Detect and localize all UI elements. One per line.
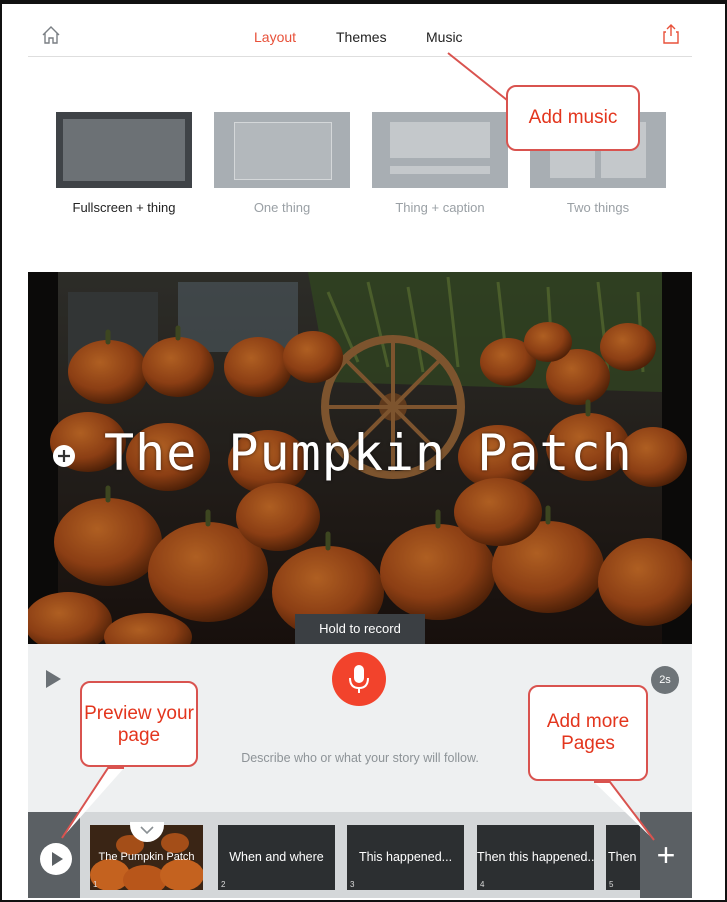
callout-add-music: Add music xyxy=(506,85,640,151)
callout-preview-page: Preview your page xyxy=(80,681,198,767)
callout-add-pages: Add more Pages xyxy=(528,685,648,781)
